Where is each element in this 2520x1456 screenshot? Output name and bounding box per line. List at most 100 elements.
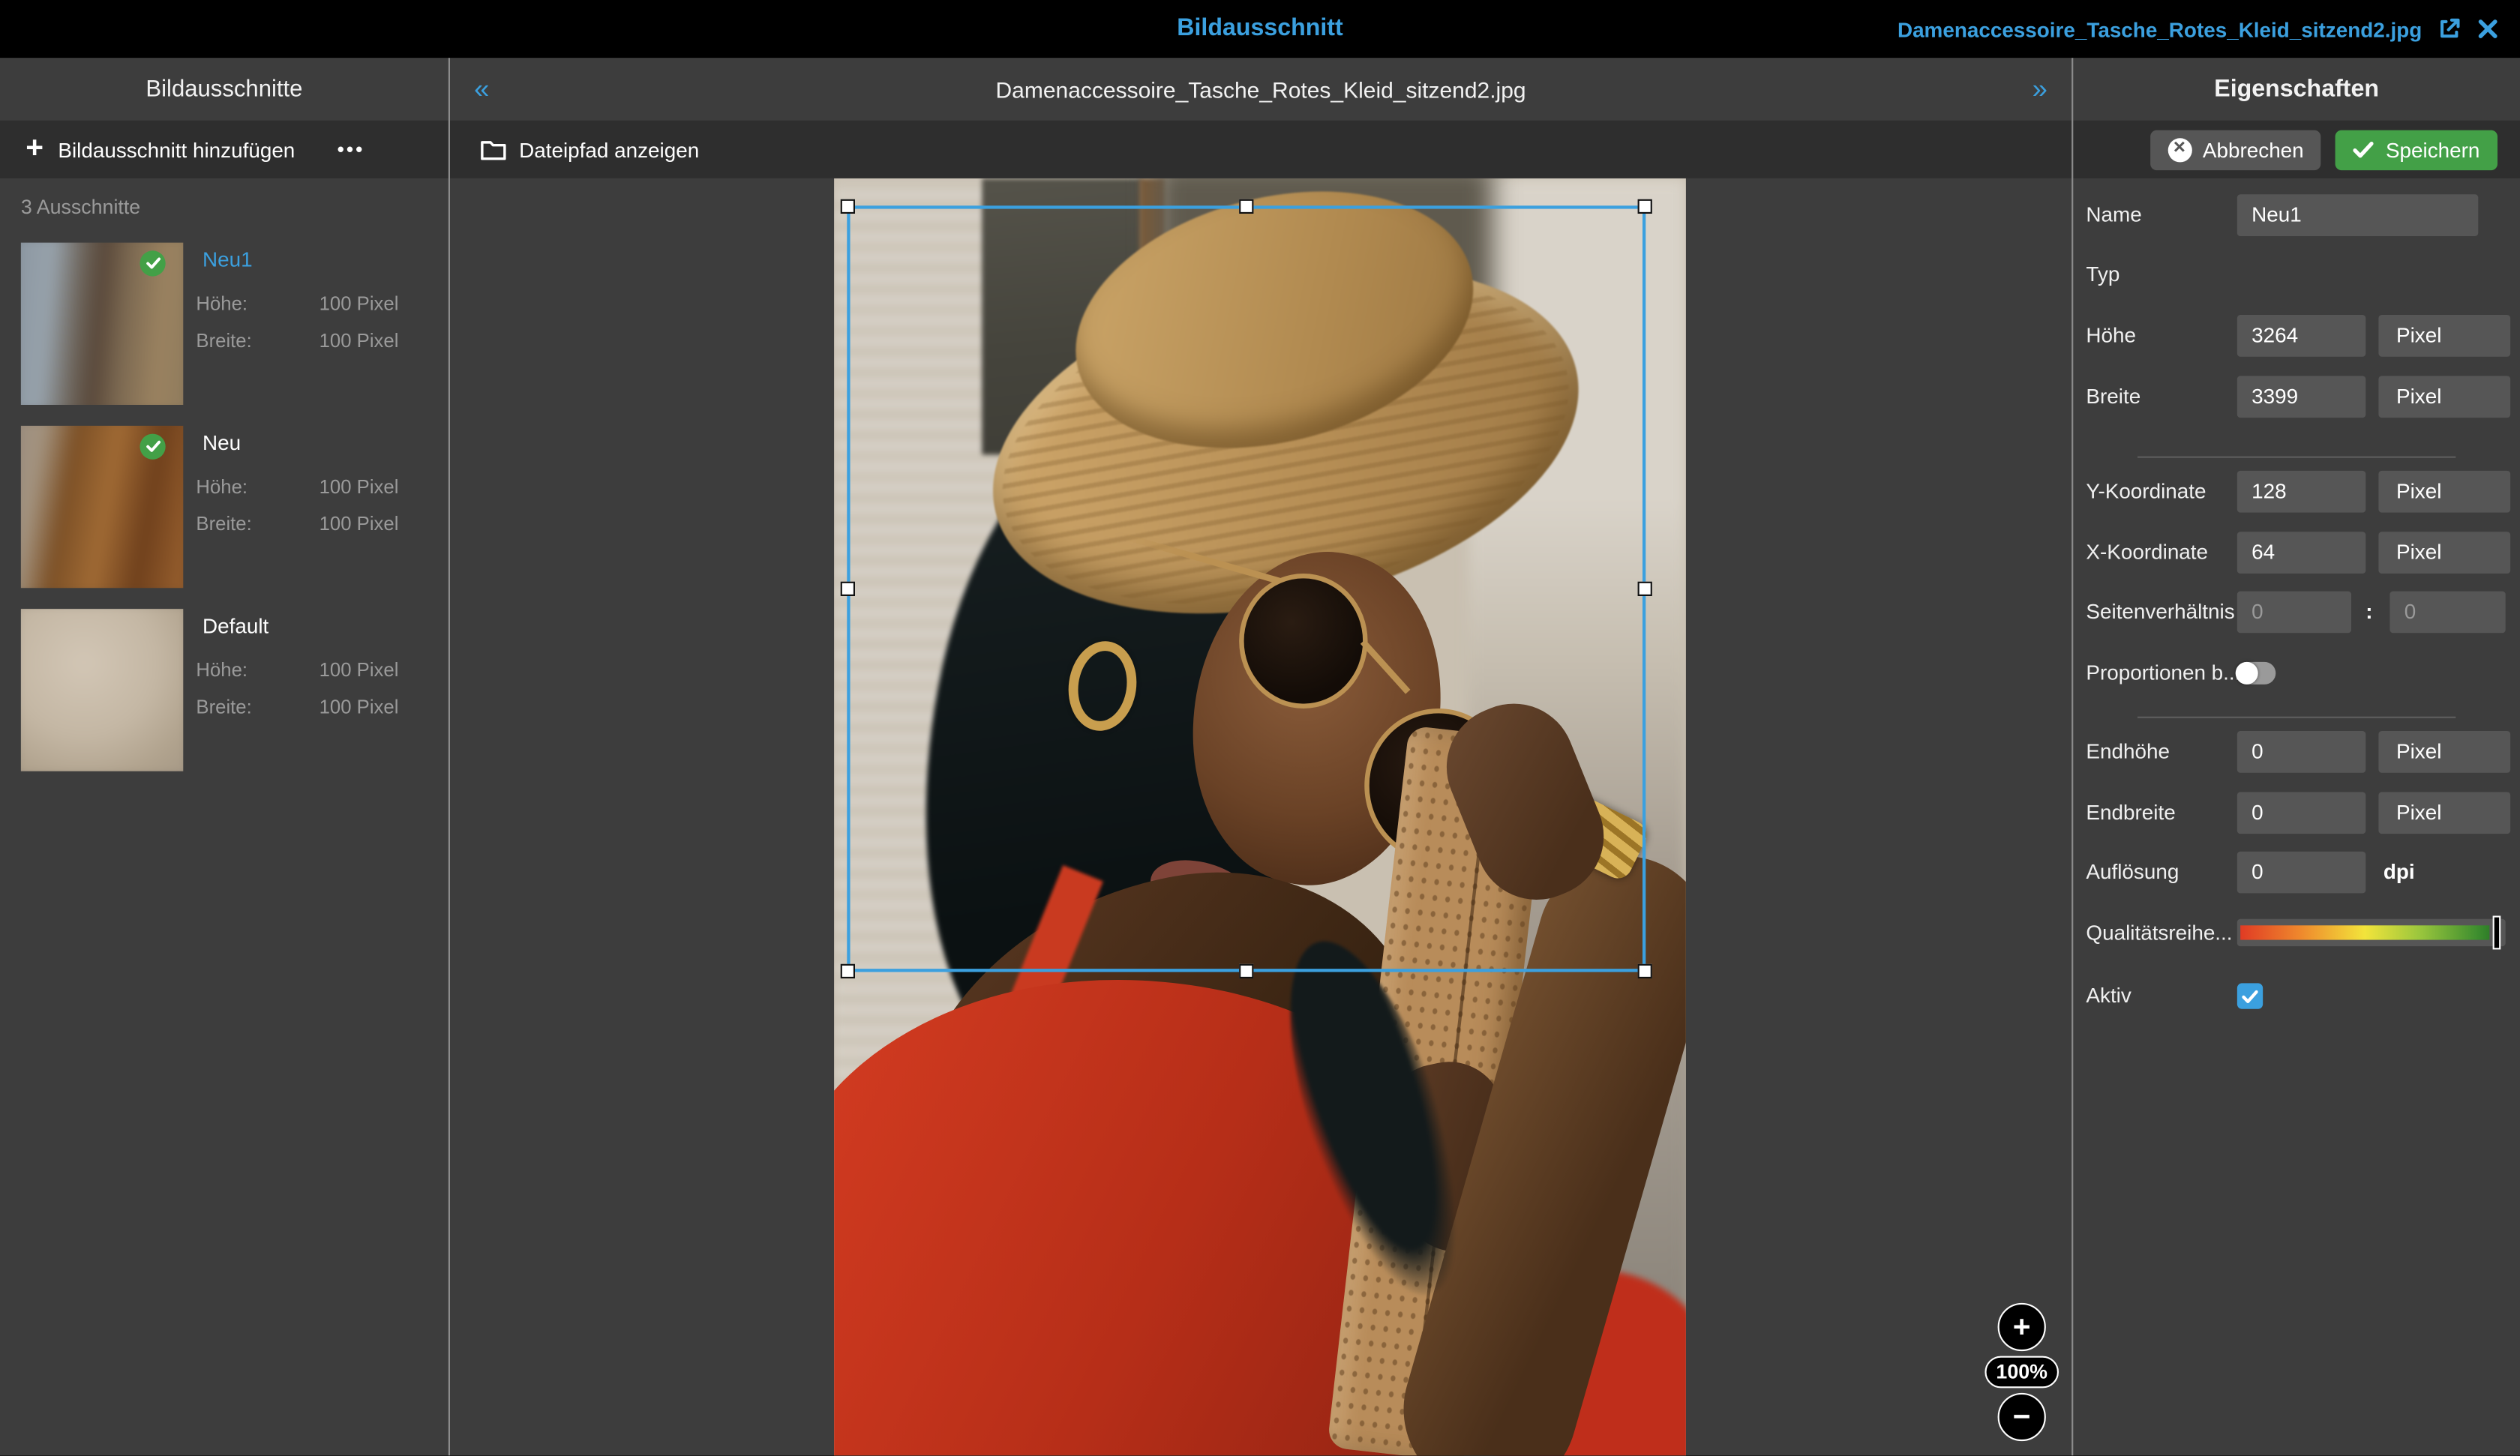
aktiv-checkbox[interactable]: [2237, 983, 2263, 1008]
row-proportionen: Proportionen b...: [2073, 652, 2520, 694]
item-meta: Neu Höhe: 100 Pixel Breite: 100 Pixel: [196, 426, 398, 535]
export-icon[interactable]: [2437, 16, 2462, 41]
x-unit-select[interactable]: Pixel: [2378, 532, 2510, 574]
row-y-koordinate: Y-Koordinate 128 Pixel: [2073, 471, 2520, 513]
ratio-input-2[interactable]: 0: [2390, 592, 2505, 634]
aktiv-label: Aktiv: [2086, 975, 2131, 1017]
cancel-x-icon: ✕: [2168, 137, 2192, 161]
close-icon[interactable]: [2476, 18, 2499, 40]
item-meta: Neu1 Höhe: 100 Pixel Breite: 100 Pixel: [196, 243, 398, 352]
breite-value: 100 Pixel: [320, 513, 399, 535]
add-crop-label: Bildausschnitt hinzufügen: [58, 137, 295, 161]
x-input[interactable]: 64: [2237, 532, 2366, 574]
row-aktiv: Aktiv: [2073, 975, 2520, 1017]
aufloesung-label: Auflösung: [2086, 852, 2179, 894]
item-meta: Default Höhe: 100 Pixel Breite: 100 Pixe…: [196, 609, 398, 718]
properties-panel: Eigenschaften ✕ Abbrechen Speichern Name…: [2073, 58, 2520, 1456]
endbreite-label: Endbreite: [2086, 792, 2175, 834]
dpi-label: dpi: [2384, 852, 2415, 894]
save-button[interactable]: Speichern: [2336, 130, 2498, 170]
typ-label: Typ: [2086, 254, 2120, 296]
hoehe-value: 100 Pixel: [320, 659, 399, 682]
name-input[interactable]: Neu1: [2237, 194, 2478, 236]
breite-label: Breite: [2086, 376, 2140, 418]
app-title: Bildausschnitt: [1177, 0, 1342, 58]
topbar: Bildausschnitt Damenaccessoire_Tasche_Ro…: [0, 0, 2520, 58]
crop-item-name: Default: [202, 614, 398, 638]
crop-handle-ne[interactable]: [1638, 199, 1652, 214]
crop-handle-sw[interactable]: [841, 964, 855, 978]
endhoehe-input[interactable]: 0: [2237, 731, 2366, 773]
ratio-colon: :: [2366, 592, 2372, 634]
topbar-filename: Damenaccessoire_Tasche_Rotes_Kleid_sitze…: [1898, 17, 2422, 41]
zoom-level-badge: 100%: [1984, 1356, 2059, 1389]
zoom-in-button[interactable]: +: [1998, 1303, 2046, 1351]
list-item-default[interactable]: Default Höhe: 100 Pixel Breite: 100 Pixe…: [0, 609, 447, 771]
crop-item-name: Neu: [202, 430, 398, 454]
breite-label: Breite:: [196, 513, 251, 535]
zoom-controls: + 100% −: [1948, 1303, 2072, 1441]
prev-image-button[interactable]: «: [474, 76, 489, 103]
list-item-neu1[interactable]: Neu1 Höhe: 100 Pixel Breite: 100 Pixel: [0, 243, 447, 405]
properties-actions: ✕ Abbrechen Speichern: [2073, 121, 2520, 178]
breite-label: Breite:: [196, 329, 251, 352]
crop-handle-e[interactable]: [1638, 582, 1652, 596]
row-name: Name Neu1: [2073, 194, 2520, 236]
hoehe-label: Höhe: [2086, 315, 2136, 357]
proportions-label: Proportionen b...: [2086, 652, 2240, 694]
row-qualitaet: Qualitätsreihe...: [2073, 912, 2520, 954]
crop-selection[interactable]: [847, 205, 1646, 972]
row-aufloesung: Auflösung 0 dpi: [2073, 852, 2520, 894]
cancel-label: Abbrechen: [2203, 137, 2304, 161]
ratio-label: Seitenverhältnis: [2086, 592, 2234, 634]
viewer-panel: « Damenaccessoire_Tasche_Rotes_Kleid_sit…: [450, 58, 2072, 1456]
cancel-button[interactable]: ✕ Abbrechen: [2150, 130, 2321, 170]
list-item-neu[interactable]: Neu Höhe: 100 Pixel Breite: 100 Pixel: [0, 426, 447, 588]
crop-item-name: Neu1: [202, 247, 398, 271]
row-seitenverhaeltnis: Seitenverhältnis 0 : 0: [2073, 592, 2520, 634]
crop-handle-nw[interactable]: [841, 199, 855, 214]
show-filepath-button[interactable]: Dateipfad anzeigen: [481, 137, 699, 161]
hoehe-unit-select[interactable]: Pixel: [2378, 315, 2510, 357]
crop-handle-se[interactable]: [1638, 964, 1652, 978]
viewer-toolbar: Dateipfad anzeigen: [450, 121, 2072, 178]
breite-unit-select[interactable]: Pixel: [2378, 376, 2510, 418]
crop-handle-s[interactable]: [1239, 964, 1253, 978]
next-image-button[interactable]: »: [2032, 76, 2048, 103]
properties-title: Eigenschaften: [2073, 58, 2520, 121]
more-menu-button[interactable]: •••: [338, 138, 365, 160]
show-filepath-label: Dateipfad anzeigen: [519, 137, 699, 161]
quality-slider[interactable]: [2237, 919, 2506, 946]
save-label: Speichern: [2386, 137, 2480, 161]
breite-input[interactable]: 3399: [2237, 376, 2366, 418]
endhoehe-unit-select[interactable]: Pixel: [2378, 731, 2510, 773]
row-breite: Breite 3399 Pixel: [2073, 376, 2520, 418]
image-canvas[interactable]: + 100% −: [450, 178, 2072, 1456]
quality-gradient: [2240, 925, 2489, 939]
topbar-file-group: Damenaccessoire_Tasche_Rotes_Kleid_sitze…: [1898, 0, 2499, 58]
sidebar-toolbar: + Bildausschnitt hinzufügen •••: [0, 121, 448, 178]
breite-label: Breite:: [196, 696, 251, 718]
save-check-icon: [2354, 141, 2374, 159]
y-input[interactable]: 128: [2237, 471, 2366, 513]
check-circle-icon: [140, 250, 165, 276]
crop-handle-w[interactable]: [841, 582, 855, 596]
endbreite-input[interactable]: 0: [2237, 792, 2366, 834]
x-label: X-Koordinate: [2086, 532, 2208, 574]
aufloesung-input[interactable]: 0: [2237, 852, 2366, 894]
y-unit-select[interactable]: Pixel: [2378, 471, 2510, 513]
separator: [2138, 457, 2456, 458]
viewer-filename: Damenaccessoire_Tasche_Rotes_Kleid_sitze…: [996, 76, 1526, 102]
toggle-knob: [2236, 662, 2258, 685]
proportions-toggle[interactable]: [2236, 662, 2276, 685]
properties-form: Name Neu1 Typ Höhe 3264 Pixel Breite 339…: [2073, 178, 2520, 1456]
crop-handle-n[interactable]: [1239, 199, 1253, 214]
add-crop-button[interactable]: + Bildausschnitt hinzufügen •••: [0, 121, 448, 178]
endbreite-unit-select[interactable]: Pixel: [2378, 792, 2510, 834]
viewer-header: « Damenaccessoire_Tasche_Rotes_Kleid_sit…: [450, 58, 2072, 121]
quality-slider-handle[interactable]: [2493, 915, 2501, 949]
row-endbreite: Endbreite 0 Pixel: [2073, 792, 2520, 834]
ratio-input-1[interactable]: 0: [2237, 592, 2351, 634]
hoehe-input[interactable]: 3264: [2237, 315, 2366, 357]
zoom-out-button[interactable]: −: [1998, 1393, 2046, 1441]
